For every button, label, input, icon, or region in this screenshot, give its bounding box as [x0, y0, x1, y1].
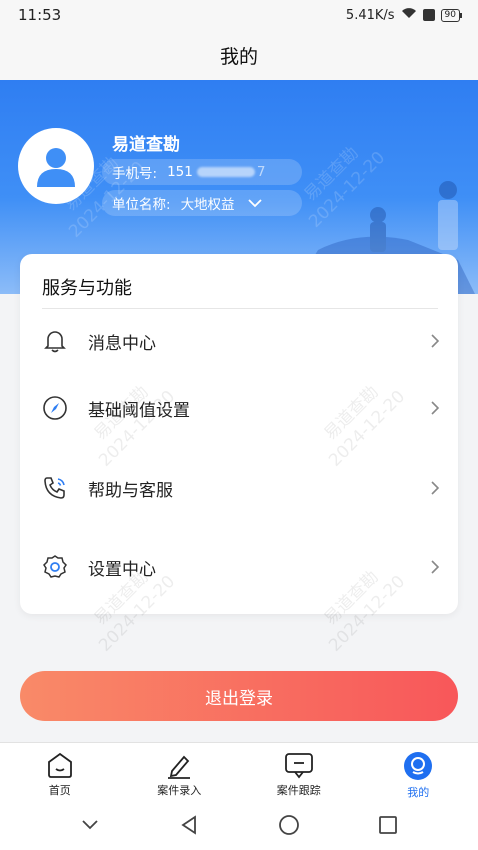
user-icon: [37, 148, 75, 187]
menu-item-help-support[interactable]: 帮助与客服: [20, 463, 458, 513]
status-time: 11:53: [18, 6, 62, 24]
tab-label: 首页: [48, 784, 71, 797]
phone-call-icon: [40, 473, 70, 503]
tab-label: 案件录入: [157, 784, 202, 797]
menu-item-settings-center[interactable]: 设置中心: [20, 542, 458, 592]
status-indicators: 5.41K/s 90: [345, 7, 463, 23]
unit-label: 单位名称:: [112, 197, 171, 213]
menu-item-label: 设置中心: [88, 559, 156, 580]
user-name: 易道查勘: [112, 135, 180, 155]
network-speed: 5.41K/s: [345, 7, 395, 23]
home-circle-icon: [278, 815, 299, 835]
chevron-right-icon: [431, 401, 440, 415]
services-card: 服务与功能 易道查勘 2024-12-20 易道查勘 2024-12-20 易道查勘…: [20, 254, 458, 656]
page-title-bar: 我的: [0, 30, 478, 80]
menu-item-label: 消息中心: [88, 333, 156, 354]
edit-icon: [168, 755, 191, 779]
battery-icon: 90: [440, 8, 463, 22]
menu-item-label: 帮助与客服: [88, 480, 173, 501]
unit-value: 大地权益: [180, 197, 235, 213]
phone-redaction: [196, 167, 255, 177]
menu-item-message-center[interactable]: 消息中心: [20, 316, 458, 366]
message-icon: [284, 753, 313, 779]
divider: [42, 308, 438, 309]
profile-icon: [404, 752, 433, 780]
tab-case-tracking[interactable]: 案件跟踪: [239, 743, 359, 800]
recents-square-icon: [379, 816, 398, 834]
wifi-icon: [401, 7, 417, 23]
avatar[interactable]: [18, 128, 94, 204]
phone-prefix: 151: [167, 164, 193, 180]
tab-case-entry[interactable]: 案件录入: [120, 743, 240, 800]
services-title: 服务与功能: [42, 278, 132, 299]
page-title: 我的: [219, 45, 258, 68]
nav-home-button[interactable]: [269, 805, 309, 845]
home-icon: [47, 752, 72, 778]
chevron-right-icon: [431, 481, 440, 495]
unit-selector[interactable]: 单位名称: 大地权益: [102, 190, 302, 216]
nav-collapse-button[interactable]: [70, 805, 110, 845]
tab-home[interactable]: 首页: [0, 743, 120, 800]
settings-gear-icon: [40, 552, 70, 582]
chevron-right-icon: [431, 334, 440, 348]
compass-icon: [40, 393, 70, 423]
chevron-down-icon: [82, 820, 98, 830]
nav-recents-button[interactable]: [368, 805, 408, 845]
chevron-right-icon: [431, 560, 440, 574]
chevron-down-icon: [247, 199, 262, 208]
logout-button[interactable]: 退出登录: [20, 671, 458, 721]
tab-mine[interactable]: 我的: [359, 743, 478, 800]
tab-label: 案件跟踪: [276, 784, 321, 797]
nav-back-button[interactable]: [169, 805, 209, 845]
phone-pill: 手机号: 151 7: [102, 159, 302, 185]
system-navigation-bar: [0, 800, 478, 850]
bottom-tab-bar: 首页 案件录入 案件跟踪 我的: [0, 742, 478, 800]
back-triangle-icon: [181, 815, 197, 835]
menu-item-label: 基础阈值设置: [88, 400, 190, 421]
status-bar: 11:53 5.41K/s 90: [0, 0, 478, 30]
phone-suffix: 7: [256, 164, 266, 180]
menu-item-threshold-settings[interactable]: 基础阈值设置: [20, 383, 458, 433]
bell-icon: [40, 326, 70, 356]
notification-icon: [422, 9, 435, 21]
phone-label: 手机号:: [112, 166, 158, 182]
tab-label: 我的: [407, 786, 430, 799]
